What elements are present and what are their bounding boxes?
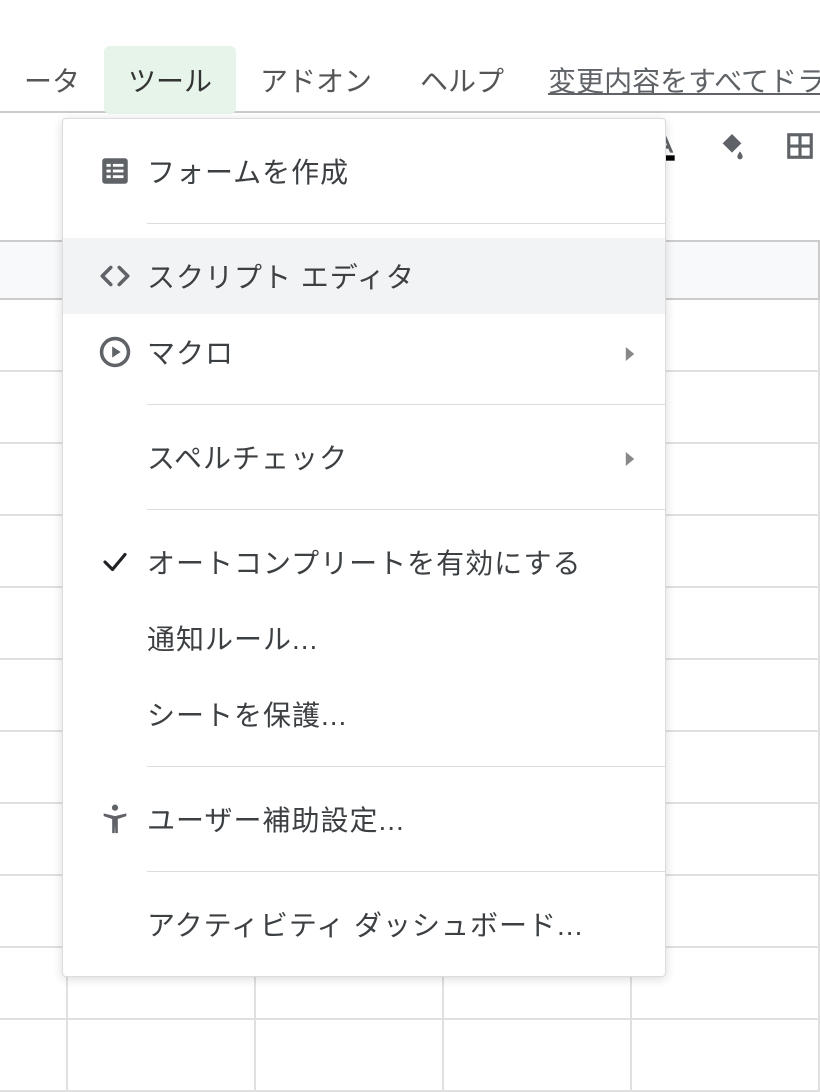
menu-item-macros[interactable]: マクロ [63,314,665,390]
menu-tools[interactable]: ツール [104,46,236,114]
check-icon [91,547,139,577]
menu-data[interactable]: ータ [0,46,104,114]
menu-help[interactable]: ヘルプ [396,46,528,114]
menu-item-accessibility[interactable]: ユーザー補助設定... [63,781,665,857]
menu-item-create-form[interactable]: フォームを作成 [63,133,665,209]
form-icon [91,154,139,188]
row-header-gutter[interactable] [0,242,68,298]
menu-label: オートコンプリートを有効にする [147,542,581,582]
toolbar-right [648,130,820,162]
menu-label: 通知ルール... [147,618,318,658]
menu-item-autocomplete[interactable]: オートコンプリートを有効にする [63,524,665,600]
menu-separator [147,404,665,405]
menubar: ータ ツール アドオン ヘルプ 変更内容をすべてドライ [0,48,820,113]
menu-separator [147,766,665,767]
code-icon [91,259,139,293]
save-status[interactable]: 変更内容をすべてドライ [548,60,820,100]
menu-label: ユーザー補助設定... [147,799,405,839]
menu-addons[interactable]: アドオン [236,46,396,114]
menu-separator [147,509,665,510]
menu-separator [147,223,665,224]
submenu-arrow-icon [623,441,637,473]
menu-label: スクリプト エディタ [147,256,415,296]
menu-label: シートを保護... [147,694,347,734]
tools-dropdown-menu: フォームを作成 スクリプト エディタ マクロ スペルチェック [62,118,666,977]
menu-label: スペルチェック [147,437,348,477]
menu-item-protect-sheet[interactable]: シートを保護... [63,676,665,752]
menu-label: マクロ [147,332,234,372]
menu-item-script-editor[interactable]: スクリプト エディタ [63,238,665,314]
borders-icon[interactable] [784,130,816,162]
menu-item-notification-rules[interactable]: 通知ルール... [63,600,665,676]
menu-label: アクティビティ ダッシュボード... [147,904,583,944]
fill-color-icon[interactable] [716,130,748,162]
menu-item-activity-dashboard[interactable]: アクティビティ ダッシュボード... [63,886,665,962]
submenu-arrow-icon [623,336,637,368]
menu-item-spell-check[interactable]: スペルチェック [63,419,665,495]
accessibility-icon [91,802,139,836]
menu-separator [147,871,665,872]
play-circle-icon [91,335,139,369]
menu-label: フォームを作成 [147,151,349,191]
